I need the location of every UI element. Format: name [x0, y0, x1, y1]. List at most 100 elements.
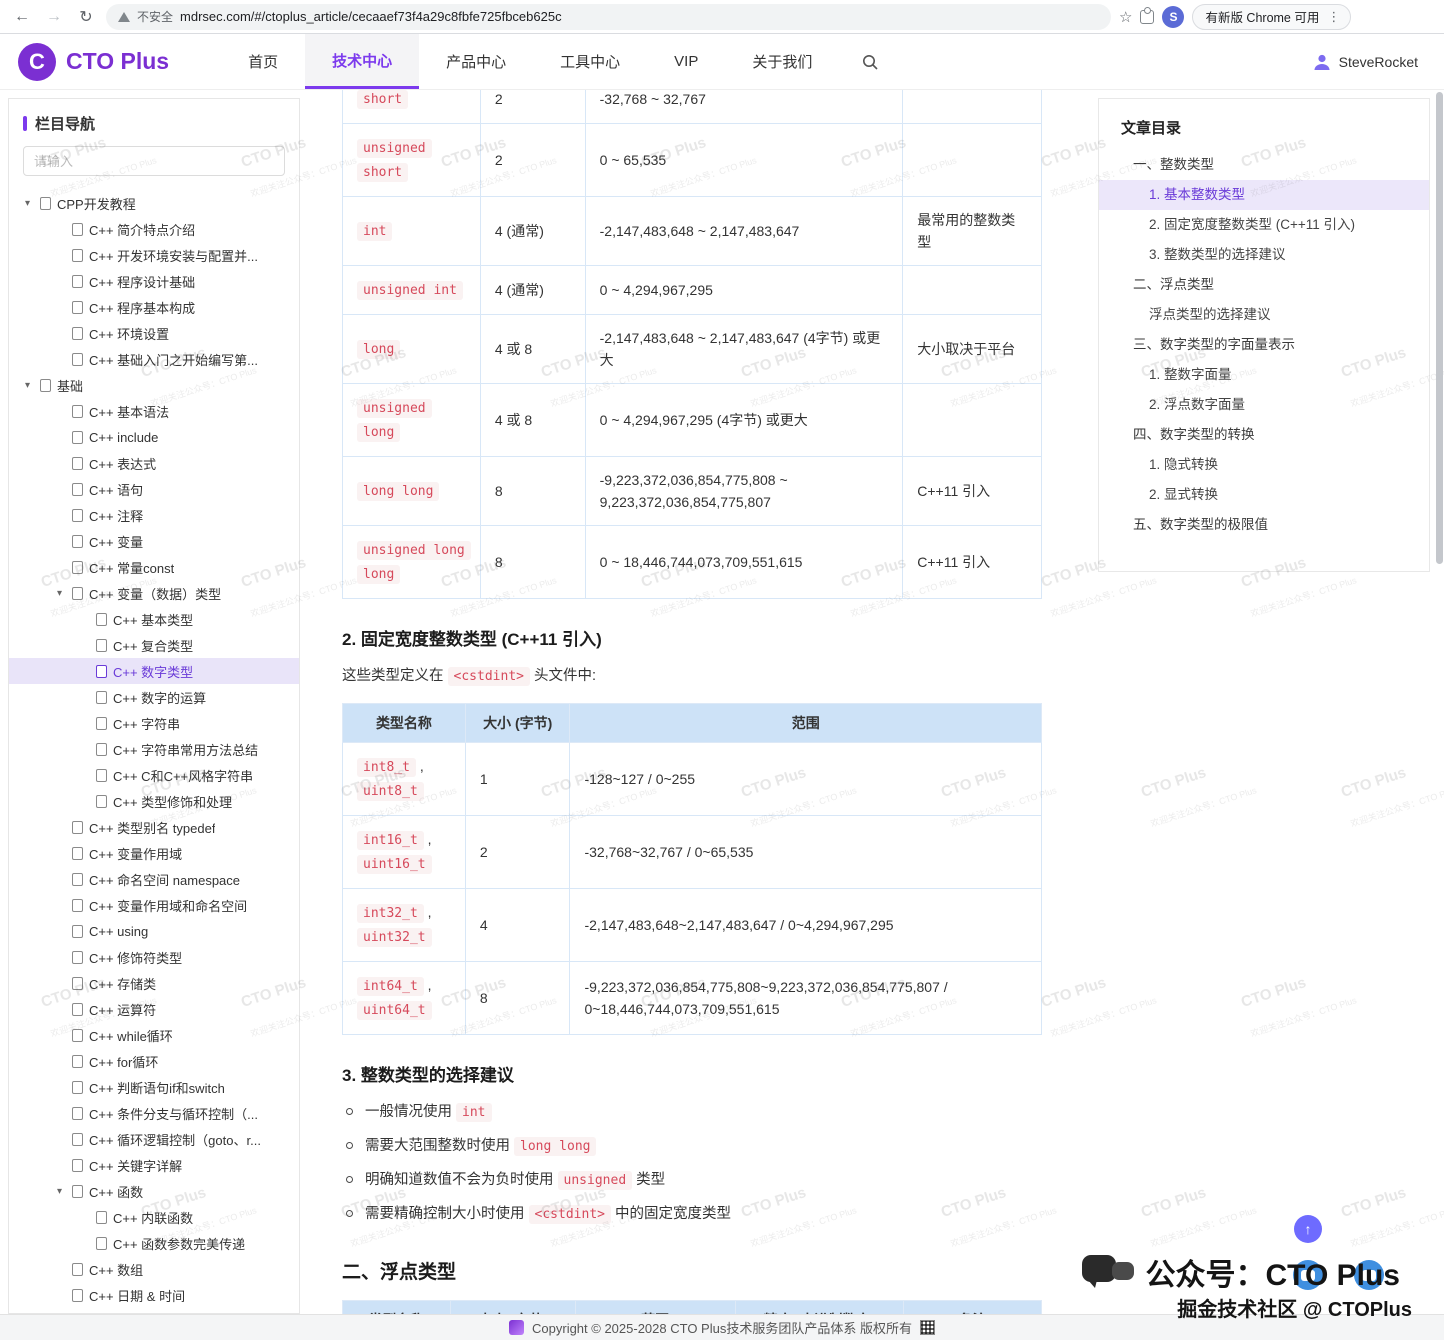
back-icon[interactable]: ← — [10, 5, 34, 29]
refresh-icon[interactable]: ↻ — [74, 5, 98, 29]
table-cell: 4 — [465, 889, 570, 962]
code-chip: int16_t — [357, 831, 424, 850]
url-bar[interactable]: 不安全 mdrsec.com/#/ctoplus_article/cecaaef… — [106, 4, 1111, 30]
table-cell: -2,147,483,648 ~ 2,147,483,647 — [585, 197, 903, 266]
tree-item[interactable]: C++ while循环 — [9, 1022, 299, 1048]
nav-item-2[interactable]: 产品中心 — [419, 34, 533, 89]
nav-item-4[interactable]: VIP — [647, 34, 725, 89]
tree-item[interactable]: C++ 简介特点介绍 — [9, 216, 299, 242]
tree-item[interactable]: C++ 基本语法 — [9, 398, 299, 424]
forward-icon[interactable]: → — [42, 5, 66, 29]
tree-item-label: C++ 内联函数 — [113, 1208, 193, 1227]
toc-item[interactable]: 一、整数类型 — [1099, 150, 1429, 180]
toc-item[interactable]: 2. 显式转换 — [1099, 480, 1429, 510]
tree-item[interactable]: C++ 条件分支与循环控制（... — [9, 1100, 299, 1126]
table-row: unsigned long long80 ~ 18,446,744,073,70… — [343, 526, 1042, 599]
tree-item[interactable]: C++ 注释 — [9, 502, 299, 528]
tree-item[interactable]: C++ 判断语句if和switch — [9, 1074, 299, 1100]
tree-item-label: C++ 日期 & 时间 — [89, 1286, 185, 1305]
tree-item[interactable]: ▾基础 — [9, 372, 299, 398]
search-icon[interactable] — [861, 34, 879, 89]
table-row: long4 或 8-2,147,483,648 ~ 2,147,483,647 … — [343, 315, 1042, 384]
tree-item[interactable]: C++ 存储类 — [9, 970, 299, 996]
tree-item[interactable]: C++ C和C++风格字符串 — [9, 762, 299, 788]
toc-item[interactable]: 1. 隐式转换 — [1099, 450, 1429, 480]
user-menu[interactable]: SteveRocket — [1312, 34, 1418, 89]
tree-item[interactable]: C++ 函数参数完美传递 — [9, 1230, 299, 1256]
toc-item[interactable]: 四、数字类型的转换 — [1099, 420, 1429, 450]
tree-item[interactable]: C++ 类型别名 typedef — [9, 814, 299, 840]
tree-item[interactable]: C++ 基础入门之开始编写第... — [9, 346, 299, 372]
toc-item[interactable]: 3. 整数类型的选择建议 — [1099, 240, 1429, 270]
list-item: 一般情况使用 int — [346, 1100, 1072, 1125]
tree-item[interactable]: C++ 命名空间 namespace — [9, 866, 299, 892]
tree-item[interactable]: C++ 程序基本构成 — [9, 294, 299, 320]
toc-item[interactable]: 浮点类型的选择建议 — [1099, 300, 1429, 330]
back-to-top-button[interactable]: ↑ — [1294, 1215, 1322, 1243]
toc-item[interactable]: 2. 浮点数字面量 — [1099, 390, 1429, 420]
browser-menu-icon[interactable]: ⋮ — [1327, 9, 1340, 25]
nav-item-5[interactable]: 关于我们 — [725, 34, 839, 89]
tree-item-label: C++ 函数参数完美传递 — [113, 1234, 245, 1253]
toc-item[interactable]: 五、数字类型的极限值 — [1099, 510, 1429, 540]
extensions-icon[interactable] — [1140, 10, 1154, 24]
tree-item[interactable]: C++ 数字的运算 — [9, 684, 299, 710]
table-cell: 1 — [465, 743, 570, 816]
table-cell: unsigned long long — [343, 526, 481, 599]
browser-profile-avatar[interactable]: S — [1162, 6, 1184, 28]
document-icon — [72, 223, 83, 236]
sidebar-search-input[interactable] — [23, 146, 285, 176]
tree-item-label: C++ 注释 — [89, 506, 143, 525]
table-cell: 最常用的整数类型 — [903, 197, 1042, 266]
tree-item[interactable]: C++ 日期 & 时间 — [9, 1282, 299, 1308]
tree-item[interactable]: C++ 表达式 — [9, 450, 299, 476]
tree-item[interactable]: C++ 数字类型 — [9, 658, 299, 684]
tree-item[interactable]: C++ 关键字详解 — [9, 1152, 299, 1178]
tree-item[interactable]: C++ include — [9, 424, 299, 450]
toc-item[interactable]: 二、浮点类型 — [1099, 270, 1429, 300]
tree-item[interactable]: C++ using — [9, 918, 299, 944]
toc-item[interactable]: 三、数字类型的字面量表示 — [1099, 330, 1429, 360]
tree-item[interactable]: ▾C++ 变量（数据）类型 — [9, 580, 299, 606]
tree-item[interactable]: C++ 内联函数 — [9, 1204, 299, 1230]
tree-item[interactable]: ▾C++ 函数 — [9, 1178, 299, 1204]
tree-item[interactable]: C++ 基本类型 — [9, 606, 299, 632]
toc-item[interactable]: 1. 基本整数类型 — [1099, 180, 1429, 210]
tree-item[interactable]: C++ 数组 — [9, 1256, 299, 1282]
tree-item[interactable]: ▾CPP开发教程 — [9, 190, 299, 216]
tree-item[interactable]: C++ 复合类型 — [9, 632, 299, 658]
tree-item[interactable]: C++ 变量作用域和命名空间 — [9, 892, 299, 918]
table-cell: short — [343, 90, 481, 124]
page-scrollbar[interactable] — [1436, 92, 1443, 564]
toc-item[interactable]: 1. 整数字面量 — [1099, 360, 1429, 390]
tree-item-label: C++ 常量const — [89, 558, 174, 577]
tree-item-label: C++ 类型别名 typedef — [89, 818, 215, 837]
section-heading-advice: 3. 整数类型的选择建议 — [342, 1061, 1072, 1086]
bookmark-star-icon[interactable]: ☆ — [1119, 8, 1132, 26]
sidebar: 栏目导航 ▾CPP开发教程C++ 简介特点介绍C++ 开发环境安装与配置并...… — [8, 98, 300, 1314]
tree-item[interactable]: C++ 语句 — [9, 476, 299, 502]
tree-item[interactable]: C++ 运算符 — [9, 996, 299, 1022]
title-accent-bar — [23, 116, 27, 131]
tree-item[interactable]: C++ 环境设置 — [9, 320, 299, 346]
nav-item-1[interactable]: 技术中心 — [305, 34, 419, 89]
nav-item-3[interactable]: 工具中心 — [533, 34, 647, 89]
tree-item[interactable]: C++ 类型修饰和处理 — [9, 788, 299, 814]
tree-item[interactable]: C++ 变量 — [9, 528, 299, 554]
nav-item-0[interactable]: 首页 — [221, 34, 305, 89]
tree-item[interactable]: C++ 变量作用域 — [9, 840, 299, 866]
tree-item[interactable]: C++ 循环逻辑控制（goto、r... — [9, 1126, 299, 1152]
toc-item[interactable]: 2. 固定宽度整数类型 (C++11 引入) — [1099, 210, 1429, 240]
tree-item[interactable]: C++ 开发环境安装与配置并... — [9, 242, 299, 268]
table-cell: 2 — [465, 816, 570, 889]
tree-item[interactable]: C++ 常量const — [9, 554, 299, 580]
chrome-update-button[interactable]: 有新版 Chrome 可用 ⋮ — [1192, 4, 1351, 30]
tree-item[interactable]: C++ 字符串常用方法总结 — [9, 736, 299, 762]
tree-item[interactable]: C++ 程序设计基础 — [9, 268, 299, 294]
tree-item[interactable]: C++ 修饰符类型 — [9, 944, 299, 970]
site-logo[interactable]: C CTO Plus — [18, 34, 169, 89]
tree-item[interactable]: C++ 字符串 — [9, 710, 299, 736]
table-cell: C++11 引入 — [903, 526, 1042, 599]
table-cell: -9,223,372,036,854,775,808 ~ 9,223,372,0… — [585, 457, 903, 526]
tree-item[interactable]: C++ for循环 — [9, 1048, 299, 1074]
